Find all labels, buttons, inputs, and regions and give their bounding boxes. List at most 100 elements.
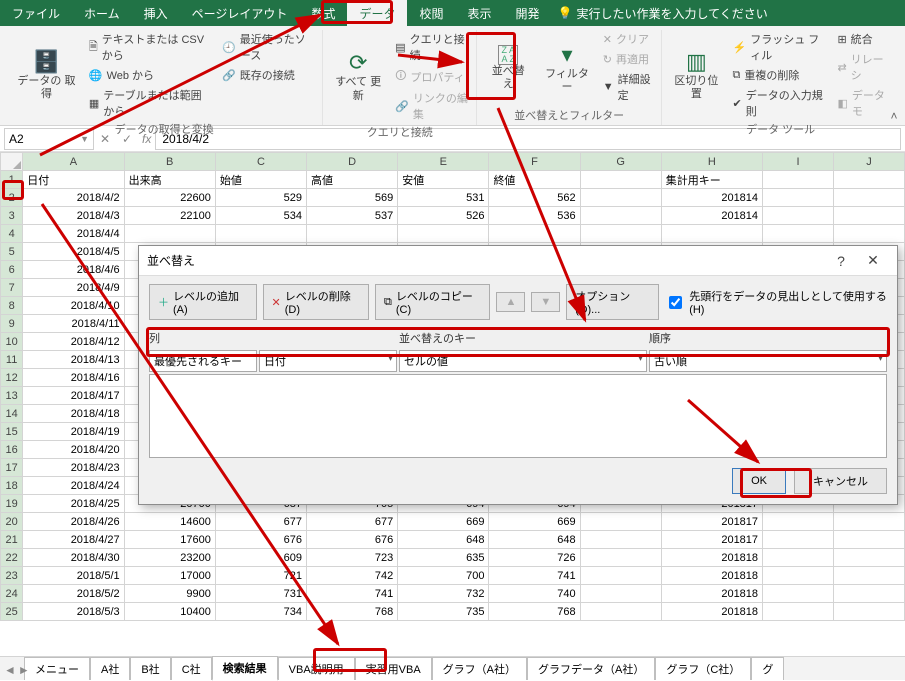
ribbon-tab-校閲[interactable]: 校閲 [407,0,455,26]
delete-level-button[interactable]: ✕レベルの削除(D) [263,284,369,320]
cell[interactable]: 2018/4/30 [23,549,124,567]
header-row-checkbox-input[interactable] [669,296,682,309]
tab-scroll-left-button[interactable]: ◄ [4,663,16,677]
cell[interactable] [763,207,834,225]
row-header[interactable]: 19 [1,495,23,513]
cell[interactable]: 537 [307,207,398,225]
data-validation-button[interactable]: ✔データの入力規則 [731,86,830,120]
cell[interactable]: 高値 [307,171,398,189]
cell[interactable]: 2018/4/20 [23,441,124,459]
cell[interactable]: 2018/4/23 [23,459,124,477]
cell[interactable]: 2018/4/6 [23,261,124,279]
cell[interactable]: 日付 [23,171,124,189]
sheet-tab-C社[interactable]: C社 [171,657,212,680]
cell[interactable]: 2018/4/27 [23,531,124,549]
cell[interactable] [580,585,661,603]
cell[interactable] [763,531,834,549]
cell[interactable]: 201818 [661,567,762,585]
row-header[interactable]: 14 [1,405,23,423]
cell[interactable]: 安値 [398,171,489,189]
advanced-filter-button[interactable]: ▼詳細設定 [601,70,655,104]
cell[interactable]: 2018/5/3 [23,603,124,621]
from-table-range-button[interactable]: ▦テーブルまたは範囲から [87,86,214,120]
cell[interactable]: 735 [398,603,489,621]
refresh-all-button[interactable]: ⟳ すべて 更新 [329,30,387,123]
cell[interactable]: 集計用キー [661,171,762,189]
ok-button[interactable]: OK [732,468,786,494]
cell[interactable]: 676 [307,531,398,549]
cell[interactable] [580,207,661,225]
header-row-checkbox[interactable]: 先頭行をデータの見出しとして使用する(H) [665,288,887,316]
cell[interactable]: 669 [489,513,580,531]
cell[interactable]: 723 [307,549,398,567]
existing-connections-button[interactable]: 🔗既存の接続 [220,66,316,84]
sheet-tab-検索結果[interactable]: 検索結果 [212,656,278,681]
add-level-button[interactable]: ＋レベルの追加(A) [149,284,257,320]
sort-on-select[interactable] [399,350,647,372]
tell-me-search[interactable]: 💡実行したい作業を入力してください [558,0,768,26]
cell[interactable]: 731 [215,585,306,603]
cell[interactable] [763,603,834,621]
cell[interactable] [763,567,834,585]
cell[interactable]: 2018/4/12 [23,333,124,351]
cell[interactable]: 531 [398,189,489,207]
sheet-tab-メニュー[interactable]: メニュー [24,657,90,680]
cell[interactable]: 609 [215,549,306,567]
reapply-button[interactable]: ↻再適用 [601,50,655,68]
cell[interactable]: 2018/4/17 [23,387,124,405]
cell[interactable]: 2018/4/2 [23,189,124,207]
column-header-H[interactable]: H [661,153,762,171]
row-header[interactable]: 10 [1,333,23,351]
text-to-columns-button[interactable]: ▥ 区切り位置 [668,30,724,120]
collapse-ribbon-button[interactable]: ˄ [887,109,901,123]
cell[interactable]: 768 [489,603,580,621]
cell[interactable]: 2018/4/4 [23,225,124,243]
clear-filter-button[interactable]: ✕クリア [601,30,655,48]
relationships-button[interactable]: ⇄リレーシ [835,50,893,84]
cell[interactable]: 677 [215,513,306,531]
from-text-csv-button[interactable]: 🗎テキストまたは CSV から [87,30,214,64]
cell[interactable]: 9900 [124,585,215,603]
sort-button[interactable]: Z AA Z 並べ替え [483,30,533,106]
ribbon-tab-開発[interactable]: 開発 [504,0,552,26]
cell[interactable]: 569 [307,189,398,207]
cell[interactable]: 17000 [124,567,215,585]
cell[interactable]: 23200 [124,549,215,567]
cell[interactable]: 201817 [661,513,762,531]
cell[interactable]: 742 [307,567,398,585]
row-header[interactable]: 20 [1,513,23,531]
row-header[interactable]: 17 [1,459,23,477]
row-header[interactable]: 6 [1,261,23,279]
cell[interactable]: 562 [489,189,580,207]
column-header-A[interactable]: A [23,153,124,171]
cell[interactable]: 201818 [661,585,762,603]
cell[interactable] [580,171,661,189]
cell[interactable] [489,225,580,243]
cell[interactable] [307,225,398,243]
cell[interactable] [580,603,661,621]
cell[interactable]: 536 [489,207,580,225]
row-header[interactable]: 2 [1,189,23,207]
row-header[interactable]: 11 [1,351,23,369]
cell[interactable]: 2018/4/26 [23,513,124,531]
copy-level-button[interactable]: ⧉レベルのコピー(C) [375,284,490,320]
cell[interactable] [124,225,215,243]
row-header[interactable]: 1 [1,171,23,189]
properties-button[interactable]: 🛈プロパティ [393,66,470,87]
column-header-E[interactable]: E [398,153,489,171]
cancel-button[interactable]: キャンセル [794,468,887,494]
close-button[interactable]: ✕ [857,252,889,269]
cell[interactable] [833,549,904,567]
cell[interactable]: 741 [307,585,398,603]
cell[interactable] [833,603,904,621]
cell[interactable]: 14600 [124,513,215,531]
cell[interactable]: 2018/4/24 [23,477,124,495]
column-header-F[interactable]: F [489,153,580,171]
cell[interactable]: 17600 [124,531,215,549]
cell[interactable] [661,225,762,243]
sheet-tab-グラフデータ（A社）[interactable]: グラフデータ（A社） [527,657,655,680]
cell[interactable]: 726 [489,549,580,567]
move-down-button[interactable]: ▼ [531,292,560,312]
cell[interactable] [833,567,904,585]
cell[interactable]: 201818 [661,603,762,621]
